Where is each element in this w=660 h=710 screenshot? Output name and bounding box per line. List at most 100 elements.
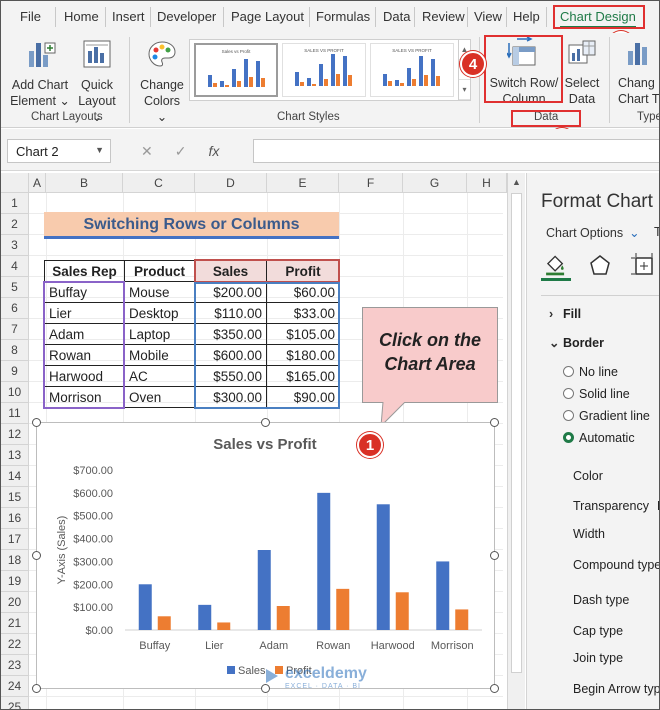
tab-file[interactable]: File [20, 9, 41, 24]
table-cell[interactable]: Laptop [124, 323, 195, 345]
chart-style-thumb-3[interactable]: SALES VS PROFIT [370, 43, 454, 97]
table-cell[interactable]: Desktop [124, 302, 195, 324]
row-header-11[interactable]: 11 [1, 403, 29, 424]
resize-handle-br[interactable] [490, 684, 499, 693]
row-header-7[interactable]: 7 [1, 319, 29, 340]
row-header-10[interactable]: 10 [1, 382, 29, 403]
radio-circle[interactable] [563, 410, 574, 421]
tab-home[interactable]: Home [64, 9, 99, 24]
resize-handle-tl[interactable] [32, 418, 41, 427]
row-header-23[interactable]: 23 [1, 655, 29, 676]
row-header-4[interactable]: 4 [1, 256, 29, 277]
column-header-g[interactable]: G [403, 173, 467, 193]
select-data-button[interactable]: Select Data [563, 37, 601, 107]
select-all-corner[interactable] [1, 173, 29, 193]
chart-options-dropdown[interactable]: Chart Options ⌄ [546, 225, 640, 240]
fx-icon[interactable]: fx [208, 143, 219, 159]
resize-handle-bl[interactable] [32, 684, 41, 693]
row-header-3[interactable]: 3 [1, 235, 29, 256]
add-chart-element-button[interactable]: Add Chart Element ⌄ [9, 39, 71, 109]
chart-style-thumb-1[interactable]: Sales vs Profit [194, 43, 278, 97]
row-header-25[interactable]: 25 [1, 697, 29, 709]
tab-page-layout[interactable]: Page Layout [231, 9, 304, 24]
radio-gradient-line[interactable]: Gradient line [563, 409, 650, 423]
tab-insert[interactable]: Insert [112, 9, 145, 24]
table-cell[interactable]: Mouse [124, 281, 195, 303]
tab-data[interactable]: Data [383, 9, 410, 24]
effects-icon[interactable] [585, 251, 615, 281]
resize-handle-mr[interactable] [490, 551, 499, 560]
row-header-24[interactable]: 24 [1, 676, 29, 697]
row-header-18[interactable]: 18 [1, 550, 29, 571]
scrollbar-thumb[interactable] [511, 193, 522, 673]
tab-formulas[interactable]: Formulas [316, 9, 370, 24]
resize-handle-ml[interactable] [32, 551, 41, 560]
row-header-16[interactable]: 16 [1, 508, 29, 529]
tab-developer[interactable]: Developer [157, 9, 216, 24]
resize-handle-tc[interactable] [261, 418, 270, 427]
change-chart-type-button[interactable]: Chang Chart T [618, 37, 659, 107]
row-header-9[interactable]: 9 [1, 361, 29, 382]
chevron-down-icon[interactable]: ▼ [95, 145, 104, 155]
column-header-e[interactable]: E [267, 173, 339, 193]
size-properties-icon[interactable] [629, 251, 659, 281]
row-header-19[interactable]: 19 [1, 571, 29, 592]
formula-input[interactable] [253, 139, 659, 163]
column-header-c[interactable]: C [123, 173, 195, 193]
row-header-8[interactable]: 8 [1, 340, 29, 361]
prop-cap-type[interactable]: Cap type [573, 624, 623, 638]
tab-view[interactable]: View [474, 9, 502, 24]
row-header-17[interactable]: 17 [1, 529, 29, 550]
row-header-12[interactable]: 12 [1, 424, 29, 445]
fill-line-icon[interactable] [541, 251, 571, 281]
vertical-scrollbar[interactable]: ▲ [507, 173, 525, 709]
prop-color[interactable]: Color [573, 469, 603, 483]
resize-handle-tr[interactable] [490, 418, 499, 427]
border-section-toggle[interactable]: ⌄ Border [549, 335, 604, 350]
tab-help[interactable]: Help [513, 9, 540, 24]
column-header-d[interactable]: D [195, 173, 267, 193]
header-sales-rep[interactable]: Sales Rep [44, 260, 125, 282]
tab-review[interactable]: Review [422, 9, 465, 24]
sales-profit-chart[interactable]: Sales vs Profit $0.00 $100.00 $200.00 $300.0… [37, 423, 494, 688]
row-header-2[interactable]: 2 [1, 214, 29, 235]
row-header-22[interactable]: 22 [1, 634, 29, 655]
row-header-5[interactable]: 5 [1, 277, 29, 298]
column-header-b[interactable]: B [46, 173, 123, 193]
row-header-15[interactable]: 15 [1, 487, 29, 508]
prop-dash-type[interactable]: Dash type [573, 593, 629, 607]
row-header-20[interactable]: 20 [1, 592, 29, 613]
radio-solid-line[interactable]: Solid line [563, 387, 630, 401]
chart-area[interactable]: Sales vs Profit $0.00 $100.00 $200.00 $300.0… [36, 422, 495, 689]
column-header-a[interactable]: A [29, 173, 46, 193]
row-header-6[interactable]: 6 [1, 298, 29, 319]
prop-begin-arrow-type[interactable]: Begin Arrow type [573, 682, 659, 696]
fill-section-toggle[interactable]: › Fill [549, 307, 581, 321]
enter-icon[interactable]: ✓ [175, 143, 187, 159]
radio-circle[interactable] [563, 366, 574, 377]
row-header-21[interactable]: 21 [1, 613, 29, 634]
name-box[interactable]: Chart 2 ▼ [7, 139, 111, 163]
column-header-f[interactable]: F [339, 173, 403, 193]
prop-width[interactable]: Width [573, 527, 605, 541]
chart-style-thumb-2[interactable]: SALES VS PROFIT [282, 43, 366, 97]
radio-circle[interactable] [563, 388, 574, 399]
cancel-icon[interactable]: ✕ [141, 143, 153, 159]
prop-join-type[interactable]: Join type [573, 651, 623, 665]
radio-circle-selected[interactable] [563, 432, 574, 443]
row-header-14[interactable]: 14 [1, 466, 29, 487]
change-colors-button[interactable]: Change Colors ⌄ [137, 39, 187, 125]
radio-no-line[interactable]: No line [563, 365, 618, 379]
prop-compound-type[interactable]: Compound type [573, 558, 659, 572]
table-cell[interactable]: Oven [124, 386, 195, 408]
scroll-up-icon[interactable]: ▲ [512, 177, 521, 187]
row-header-13[interactable]: 13 [1, 445, 29, 466]
radio-automatic[interactable]: Automatic [563, 431, 635, 445]
row-header-1[interactable]: 1 [1, 193, 29, 214]
column-header-h[interactable]: H [467, 173, 507, 193]
text-options-tab[interactable]: T [654, 225, 659, 239]
prop-transparency[interactable]: TransparencyH [573, 499, 659, 513]
table-cell[interactable]: AC [124, 365, 195, 387]
header-product[interactable]: Product [124, 260, 195, 282]
table-cell[interactable]: Mobile [124, 344, 195, 366]
